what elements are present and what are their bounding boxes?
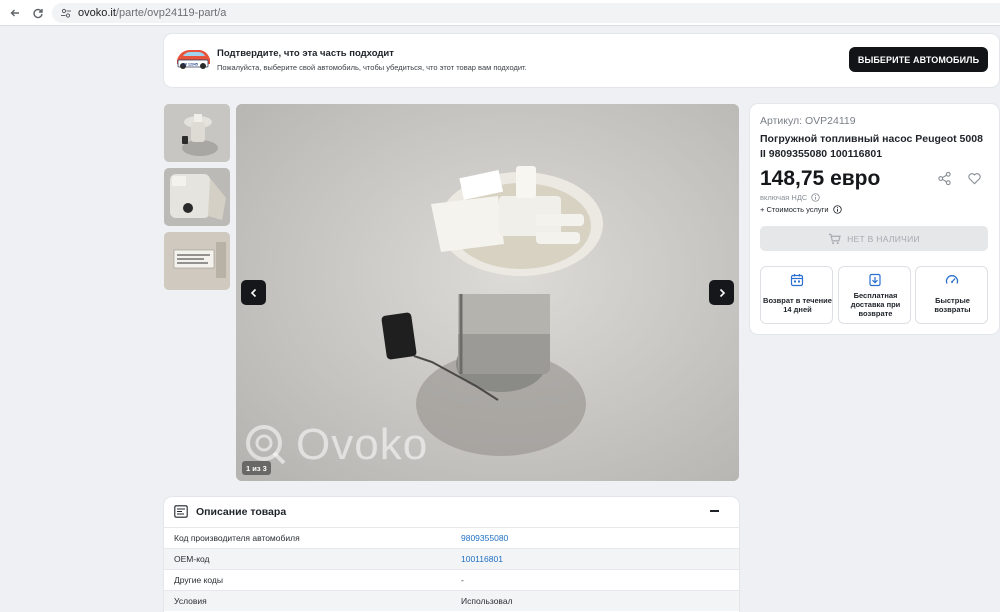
car-badge-text: OV 12345 bbox=[182, 63, 198, 67]
main-product-image[interactable]: Ovoko 1 из 3 bbox=[236, 104, 739, 481]
url-path: /parte/ovp24119-part/a bbox=[115, 7, 227, 19]
spec-row: Условия Использовал bbox=[164, 590, 739, 611]
vat-label: включая НДС bbox=[760, 193, 808, 202]
spec-key: OEM-код bbox=[174, 554, 210, 564]
service-cost: + Стоимость услуги bbox=[760, 205, 842, 214]
feature-label: Бесплатная доставка при возврате bbox=[850, 291, 901, 318]
back-arrow-icon[interactable] bbox=[8, 6, 22, 20]
previous-image-button[interactable] bbox=[241, 280, 266, 305]
spec-value: Использовал bbox=[461, 596, 513, 606]
thumbnail-1[interactable] bbox=[164, 104, 230, 162]
article-number: Артикул: OVP24119 bbox=[760, 115, 856, 127]
reload-icon[interactable] bbox=[31, 6, 45, 20]
browser-toolbar: ovoko.it/parte/ovp24119-part/a bbox=[0, 0, 1000, 26]
feature-return-14-days[interactable]: Возврат в течение 14 дней bbox=[760, 266, 833, 324]
spec-value-link[interactable]: 9809355080 bbox=[461, 533, 508, 543]
spec-row: Другие коды - bbox=[164, 569, 739, 590]
spec-row: Код производителя автомобиля 9809355080 bbox=[164, 527, 739, 548]
feature-fast-returns[interactable]: Быстрые возвраты bbox=[915, 266, 988, 324]
description-panel: Описание товара Код производителя автомо… bbox=[164, 497, 739, 612]
thumbnail-3[interactable] bbox=[164, 232, 230, 290]
heart-icon[interactable] bbox=[967, 171, 982, 186]
banner-title: Подтвердите, что эта часть подходит bbox=[217, 48, 394, 59]
document-icon bbox=[174, 505, 188, 518]
spec-key: Условия bbox=[174, 596, 207, 606]
product-title: Погружной топливный насос Peugeot 5008 I… bbox=[760, 133, 983, 160]
feature-label: Быстрые возвраты bbox=[934, 296, 971, 314]
feature-free-return-shipping[interactable]: Бесплатная доставка при возврате bbox=[838, 266, 911, 324]
chevron-left-icon bbox=[250, 288, 256, 297]
calendar-icon bbox=[790, 274, 804, 287]
feature-label: Возврат в течение 14 дней bbox=[763, 296, 832, 314]
chevron-right-icon bbox=[719, 288, 725, 297]
image-counter: 1 из 3 bbox=[242, 461, 271, 475]
out-of-stock-label: НЕТ В НАЛИЧИИ bbox=[847, 233, 920, 244]
share-icon[interactable] bbox=[937, 171, 952, 186]
out-of-stock-button[interactable]: НЕТ В НАЛИЧИИ bbox=[760, 226, 988, 251]
speed-icon bbox=[945, 275, 959, 284]
fitment-banner: OV 12345 Подтвердите, что эта часть подх… bbox=[164, 34, 999, 87]
spec-key: Другие коды bbox=[174, 575, 223, 585]
minus-icon bbox=[709, 510, 719, 512]
description-title: Описание товара bbox=[196, 506, 287, 518]
info-icon[interactable] bbox=[811, 193, 821, 202]
spec-row: OEM-код 100116801 bbox=[164, 548, 739, 569]
product-price: 148,75 евро bbox=[760, 167, 881, 190]
watermark: Ovoko bbox=[244, 420, 428, 470]
thumbnail-2[interactable] bbox=[164, 168, 230, 226]
spec-value-link[interactable]: 100116801 bbox=[461, 554, 503, 564]
url-host: ovoko.it bbox=[78, 7, 116, 19]
vat-note: включая НДС bbox=[760, 193, 821, 202]
cart-icon bbox=[829, 233, 841, 244]
spec-key: Код производителя автомобиля bbox=[174, 533, 300, 543]
watermark-text: Ovoko bbox=[296, 420, 429, 469]
banner-subtitle: Пожалуйста, выберите свой автомобиль, чт… bbox=[217, 63, 527, 72]
select-car-button[interactable]: ВЫБЕРИТЕ АВТОМОБИЛЬ bbox=[849, 47, 988, 72]
next-image-button[interactable] bbox=[709, 280, 734, 305]
collapse-button[interactable] bbox=[707, 503, 721, 519]
address-bar[interactable]: ovoko.it/parte/ovp24119-part/a bbox=[52, 3, 1000, 23]
delivery-icon bbox=[869, 273, 881, 287]
service-cost-label: + Стоимость услуги bbox=[760, 205, 829, 214]
car-logo-icon: OV 12345 bbox=[177, 50, 210, 69]
info-icon[interactable] bbox=[832, 205, 842, 214]
product-info-card: Артикул: OVP24119 Погружной топливный на… bbox=[750, 104, 999, 334]
site-info-icon[interactable] bbox=[60, 7, 72, 19]
spec-value: - bbox=[461, 575, 464, 585]
description-header[interactable]: Описание товара bbox=[164, 497, 739, 527]
